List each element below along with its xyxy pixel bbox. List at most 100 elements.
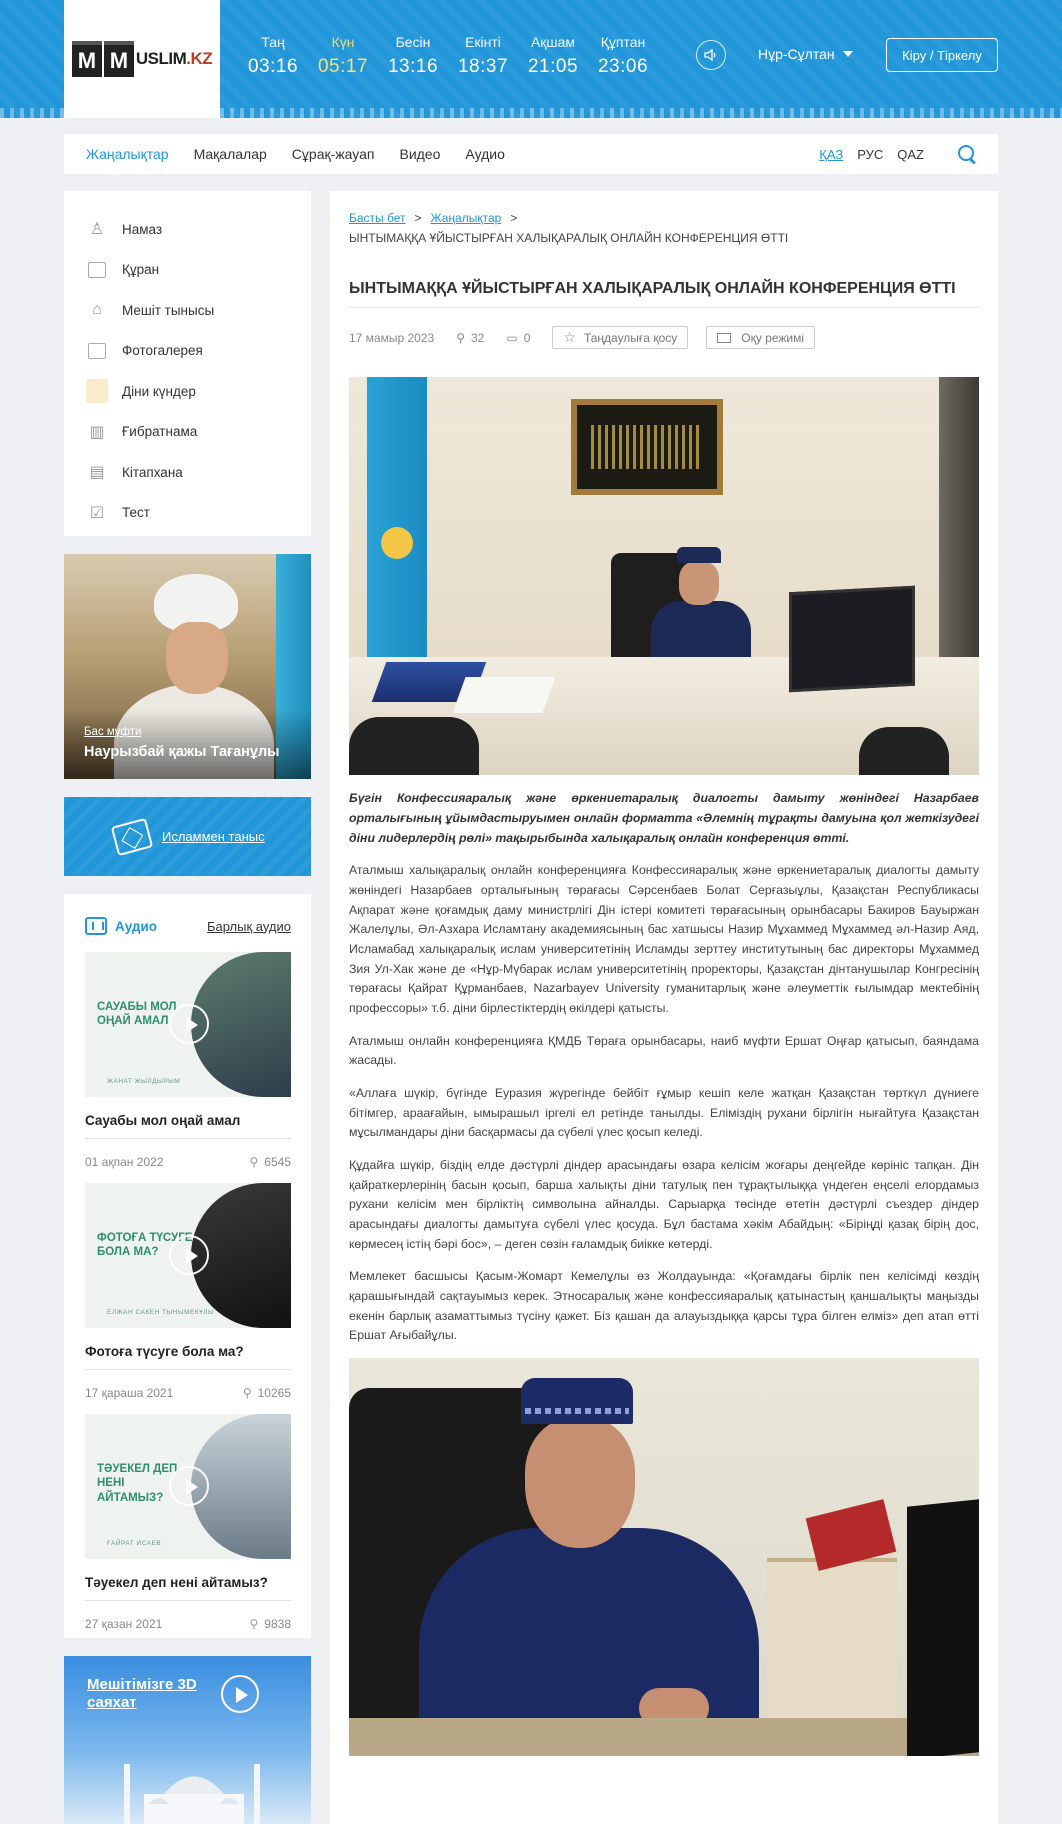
prayer-name: Күн <box>331 34 355 50</box>
site-logo[interactable]: M M USLIM.KZ <box>64 0 220 118</box>
audio-title[interactable]: Тәуекел деп нені айтамыз? <box>85 1575 291 1601</box>
article-paragraph: Мемлекет басшысы Қасым-Жомарт Кемелұлы ө… <box>349 1269 979 1343</box>
sidebar-item-label: Құран <box>122 262 160 278</box>
audio-card[interactable]: ФОТОҒА ТҮСУГЕ БОЛА МА? ЕЛЖАН САКЕН ТЫНЫМ… <box>85 1183 291 1400</box>
sidebar-item-mosque-life[interactable]: ⌂ Мешіт тынысы <box>86 290 311 331</box>
audio-title[interactable]: Сауабы мол оңай амал <box>85 1113 291 1139</box>
mosque-illustration <box>124 1764 260 1824</box>
logo-m-icon: M <box>103 41 134 77</box>
sidebar-item-label: Діни күндер <box>122 383 196 399</box>
chevron-down-icon <box>842 51 853 57</box>
city-label: Нұр-Сұлтан <box>758 46 835 62</box>
islam-intro-link[interactable]: Исламмен таныс <box>162 829 265 844</box>
breadcrumb-home[interactable]: Басты бет <box>349 211 406 225</box>
audio-panel: Аудио Барлық аудио САУАБЫ МОЛ ОҢАЙ АМАЛ … <box>64 894 311 1638</box>
sidebar-item-label: Тест <box>122 505 150 521</box>
sidebar-item-namaz[interactable]: ♙ Намаз <box>86 209 311 250</box>
audio-card[interactable]: ТӘУЕКЕЛ ДЕП НЕНІ АЙТАМЫЗ? ҒАЙРАТ ИСАЕВ Т… <box>85 1414 291 1631</box>
city-selector[interactable]: Нұр-Сұлтан <box>758 46 853 62</box>
login-register-button[interactable]: Кіру / Тіркелу <box>886 38 998 72</box>
mosque-3d-tour-banner[interactable]: Мешітімізге 3D саяхат <box>64 1656 311 1824</box>
audio-date: 27 қазан 2021 <box>85 1617 163 1631</box>
calendar-icon <box>86 379 108 404</box>
prayer-dhuhr: Бесін 13:16 <box>378 34 448 78</box>
sidebar-item-label: Фотогалерея <box>122 343 203 359</box>
audio-meta: 01 ақпан 2022 6545 <box>85 1155 291 1169</box>
nav-item-audio[interactable]: Аудио <box>465 146 505 162</box>
article-photo-speaker <box>349 1357 979 1756</box>
read-mode-button[interactable]: Оқу режимі <box>706 326 816 350</box>
views-count: ⚲ 32 <box>456 331 484 345</box>
lang-kaz-latin[interactable]: QAZ <box>897 147 924 162</box>
play-icon[interactable] <box>169 1004 209 1044</box>
all-audio-link[interactable]: Барлық аудио <box>207 919 291 934</box>
audio-thumbnail[interactable]: САУАБЫ МОЛ ОҢАЙ АМАЛ ЖАНАТ ЖЫЛДЫРЫМ <box>85 952 291 1097</box>
article-meta: 17 мамыр 2023 ⚲ 32 ▭ 0 ☆ Таңдаулыға қосу Оқ… <box>349 326 978 350</box>
sidebar-item-religious-days[interactable]: Діни күндер <box>86 371 311 412</box>
sidebar-item-quran[interactable]: Құран <box>86 250 311 291</box>
library-icon: ▤ <box>89 464 105 482</box>
quran-icon <box>86 260 108 280</box>
breadcrumb-news[interactable]: Жаңалықтар <box>431 211 502 225</box>
islam-intro-banner[interactable]: Исламмен таныс <box>64 797 311 876</box>
sound-toggle-button[interactable] <box>696 40 726 70</box>
sidebar-item-label: Кітапхана <box>122 464 183 480</box>
prayer-time: 03:16 <box>247 56 299 77</box>
audio-thumbnail[interactable]: ФОТОҒА ТҮСУГЕ БОЛА МА? ЕЛЖАН САКЕН ТЫНЫМ… <box>85 1183 291 1328</box>
audio-card[interactable]: САУАБЫ МОЛ ОҢАЙ АМАЛ ЖАНАТ ЖЫЛДЫРЫМ Сауа… <box>85 952 291 1169</box>
prayer-time: 13:16 <box>387 56 439 77</box>
nav-item-articles[interactable]: Мақалалар <box>194 146 267 162</box>
nav-item-qa[interactable]: Сұрақ-жауап <box>292 146 375 162</box>
language-switcher: ҚАЗ РУС QAZ <box>819 147 924 162</box>
mufti-role-link[interactable]: Бас мүфти <box>84 726 141 738</box>
add-to-favorites-button[interactable]: ☆ Таңдаулыға қосу <box>552 326 689 350</box>
star-icon: ☆ <box>563 329 576 346</box>
comments-value: 0 <box>523 330 531 345</box>
sidebar-item-label: Мешіт тынысы <box>122 302 215 318</box>
article-content: Басты бет > Жаңалықтар > ЫНТЫМАҚҚА ҰЙЫСТЫРҒ… <box>330 191 998 1824</box>
sidebar-item-gibratnama[interactable]: ▥ Ғибратнама <box>86 412 311 453</box>
prayer-time: 23:06 <box>597 56 649 77</box>
play-icon[interactable] <box>169 1466 209 1506</box>
audio-date: 01 ақпан 2022 <box>85 1155 164 1169</box>
prayer-asr: Екінті 18:37 <box>448 34 518 78</box>
audio-thumbnail[interactable]: ТӘУЕКЕЛ ДЕП НЕНІ АЙТАМЫЗ? ҒАЙРАТ ИСАЕВ <box>85 1414 291 1559</box>
lang-rus[interactable]: РУС <box>857 147 883 162</box>
sidebar-item-label: Ғибратнама <box>122 424 198 440</box>
tour-title-link[interactable]: Мешітімізге 3D саяхат <box>87 1676 217 1712</box>
audio-meta: 27 қазан 2021 9838 <box>85 1617 291 1631</box>
prayer-icon: ♙ <box>89 221 105 239</box>
eye-icon: ⚲ <box>456 330 465 345</box>
search-icon[interactable] <box>958 145 976 163</box>
breadcrumb-separator: > <box>414 211 422 225</box>
thumb-subtitle: ЕЛЖАН САКЕН ТЫНЫМЕКҰЛЫ <box>107 1309 215 1316</box>
play-icon[interactable] <box>221 1675 259 1713</box>
nav-item-video[interactable]: Видео <box>399 146 440 162</box>
audio-icon <box>85 917 107 935</box>
article-paragraph: Аталмыш халықаралық онлайн конференцияға… <box>349 863 979 1015</box>
sidebar-item-test[interactable]: ☑ Тест <box>86 493 311 534</box>
checkbox-icon: ☑ <box>89 504 105 522</box>
sidebar-item-gallery[interactable]: Фотогалерея <box>86 331 311 372</box>
sidebar-menu: ♙ Намаз Құран ⌂ Мешіт тынысы Фотогалерея Д… <box>64 191 311 536</box>
nav-item-news[interactable]: Жаңалықтар <box>86 146 169 162</box>
mufti-name[interactable]: Наурызбай қажы Тағанұлы <box>84 744 280 760</box>
article-paragraph: Аталмыш онлайн конференцияға ҚМДБ Төраға… <box>349 1033 979 1068</box>
play-icon[interactable] <box>169 1235 209 1275</box>
sidebar-item-library[interactable]: ▤ Кітапхана <box>86 452 311 493</box>
breadcrumb: Басты бет > Жаңалықтар > <box>349 211 978 225</box>
comment-icon: ▭ <box>506 330 518 345</box>
prayer-name: Ақшам <box>530 34 576 50</box>
lang-kaz-cyrillic[interactable]: ҚАЗ <box>819 147 843 162</box>
chief-mufti-card[interactable]: Бас мүфти Наурызбай қажы Тағанұлы <box>64 554 311 779</box>
prayer-time: 21:05 <box>527 56 579 77</box>
prayer-times: Таң 03:16 Күн 05:17 Бесін 13:16 Екінті 18:37… <box>238 34 658 78</box>
audio-title[interactable]: Фотоға түсуге бола ма? <box>85 1344 291 1370</box>
prayer-fajr: Таң 03:16 <box>238 34 308 78</box>
read-mode-label: Оқу режимі <box>741 330 805 345</box>
logo-text: USLIM.KZ <box>136 49 213 69</box>
audio-views: 10265 <box>243 1386 291 1400</box>
prayer-name: Құптан <box>600 34 646 50</box>
mosque-icon: ⌂ <box>92 301 102 319</box>
speaker-icon <box>704 49 716 61</box>
